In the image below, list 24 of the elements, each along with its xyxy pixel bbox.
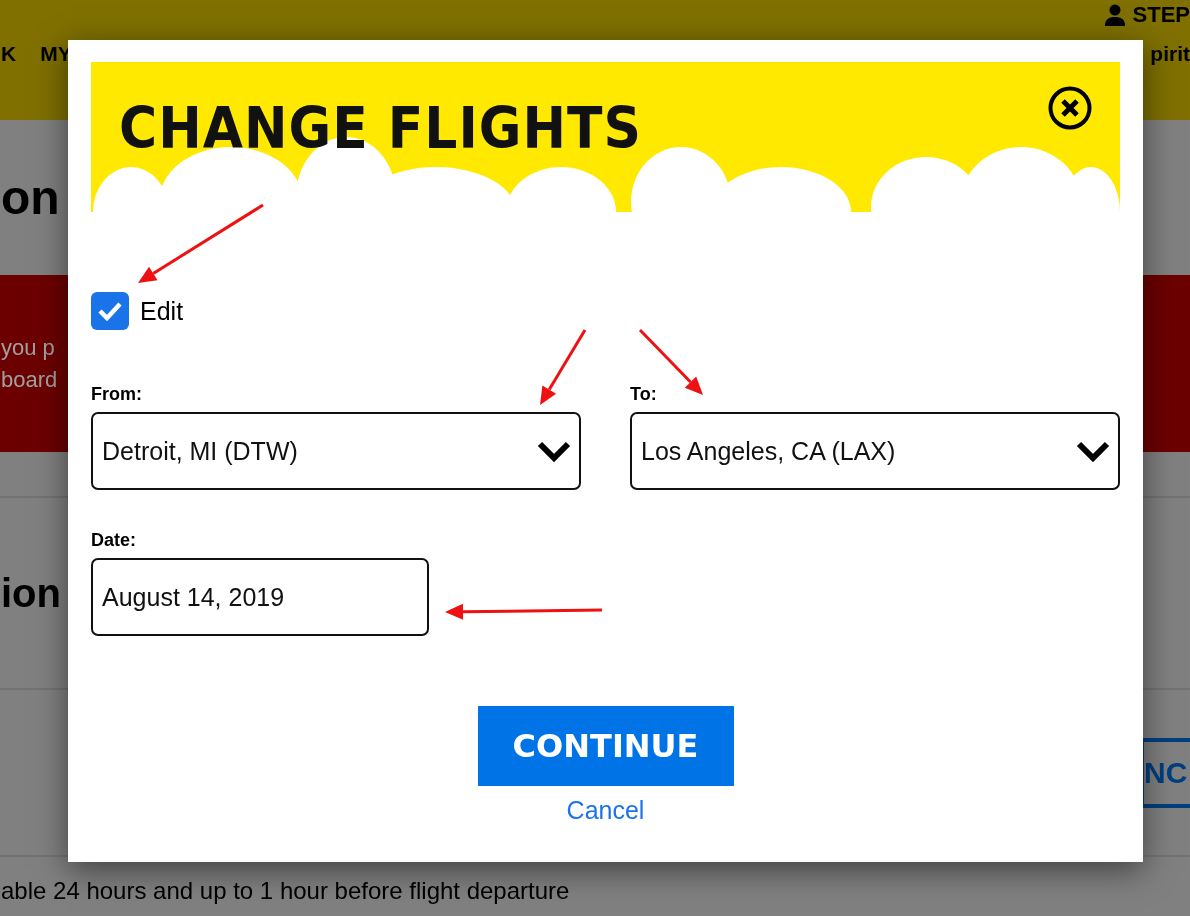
dialog-title: CHANGE FLIGHTS	[118, 94, 642, 161]
chevron-down-icon	[537, 440, 571, 462]
checkmark-icon	[97, 300, 123, 322]
cancel-link[interactable]: Cancel	[566, 796, 645, 825]
person-icon	[1104, 4, 1125, 26]
dropdown-field[interactable]: Detroit, MI (DTW)	[91, 412, 581, 490]
section-heading: ion	[1, 573, 61, 613]
dropdown-field[interactable]: Los Angeles, CA (LAX)	[630, 412, 1120, 490]
checkbox-label: Edit	[140, 296, 184, 326]
nav-item[interactable]: K	[1, 42, 17, 66]
checkbox[interactable]	[91, 292, 129, 330]
date-field[interactable]: August 14, 2019	[91, 558, 429, 636]
nav-item[interactable]: MY	[40, 42, 72, 66]
nav-item[interactable]: pirit	[1150, 42, 1190, 66]
continue-button[interactable]: CONTINUE	[477, 706, 734, 786]
alert-text: board	[1, 366, 58, 393]
alert-text: you p	[1, 334, 55, 361]
account-name[interactable]: STEP	[1132, 2, 1190, 28]
field-label: Date:	[91, 530, 137, 550]
close-icon[interactable]	[1048, 86, 1092, 130]
field-label: To:	[630, 384, 658, 404]
page-heading: on	[1, 173, 60, 222]
field-label: From:	[91, 384, 143, 404]
chevron-down-icon	[1076, 440, 1110, 462]
